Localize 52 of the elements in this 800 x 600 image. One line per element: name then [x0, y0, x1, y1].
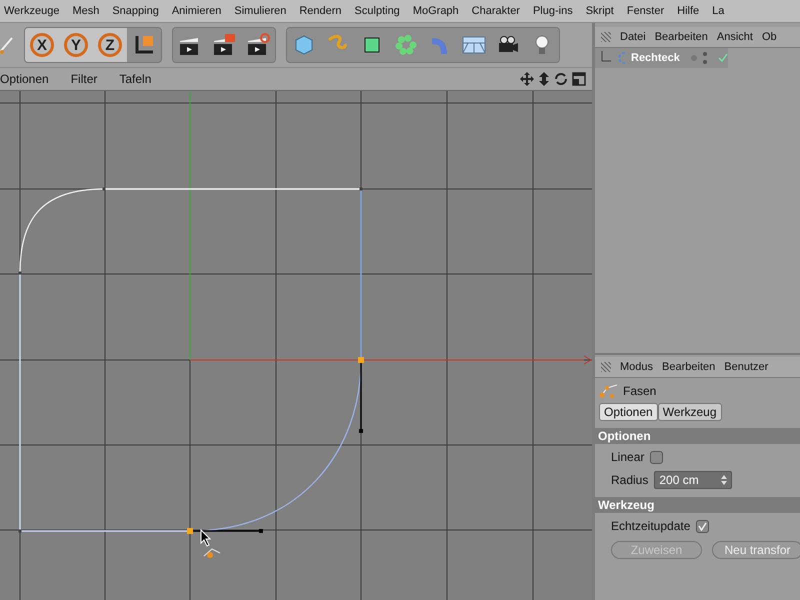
menu-item[interactable]: Snapping	[112, 5, 159, 17]
menu-item[interactable]: Filter	[70, 72, 98, 86]
number-field[interactable]: 200 cm	[654, 471, 732, 489]
menu-item[interactable]: Tafeln	[119, 72, 152, 86]
move-icon[interactable]	[520, 72, 534, 86]
menu-item[interactable]: Rendern	[299, 5, 342, 17]
menu-item[interactable]: La	[712, 5, 724, 17]
menu-item[interactable]: Bearbeiten	[654, 31, 708, 43]
grip-icon	[601, 32, 611, 42]
stepper-arrows-icon[interactable]	[721, 475, 728, 485]
bevel-tool-icon	[599, 383, 619, 399]
menu-item[interactable]: Charakter	[472, 5, 520, 17]
menu-item[interactable]: Skript	[586, 5, 614, 17]
grip-icon	[601, 362, 611, 372]
menu-item[interactable]: Benutzer	[724, 361, 768, 373]
menu-item[interactable]: Ob	[762, 31, 777, 43]
menu-item[interactable]: Simulieren	[234, 5, 286, 17]
field-label: Linear	[611, 450, 644, 464]
axis-toggle[interactable]: Y	[59, 28, 93, 62]
section-header: Optionen	[595, 428, 800, 444]
menu-item[interactable]: Fenster	[626, 5, 664, 17]
tab[interactable]: Optionen	[599, 403, 658, 421]
menu-item[interactable]: MoGraph	[412, 5, 459, 17]
tool-name: Fasen	[623, 384, 656, 398]
axis-toggle[interactable]: X	[25, 28, 59, 62]
object-name: Rechteck	[631, 52, 681, 64]
axis-toggle[interactable]: Z	[93, 28, 127, 62]
menu-item[interactable]: Datei	[620, 31, 646, 43]
menu-item[interactable]: Bearbeiten	[662, 361, 716, 373]
menu-item[interactable]: Plug-ins	[532, 5, 573, 17]
menu-item[interactable]: Hilfe	[677, 5, 700, 17]
vertical-arrows-icon[interactable]	[538, 72, 550, 86]
checkbox[interactable]	[696, 520, 710, 532]
menu-item[interactable]: Mesh	[72, 5, 100, 17]
render-settings-icon[interactable]	[245, 32, 271, 58]
mouse-cursor-icon	[200, 528, 212, 547]
menu-item[interactable]: Ansicht	[716, 31, 753, 43]
render-region-icon[interactable]	[211, 32, 237, 58]
menu-item[interactable]: Animieren	[172, 5, 222, 17]
maximize-icon[interactable]	[572, 72, 586, 86]
checkbox[interactable]	[650, 450, 664, 464]
spline-object-icon	[615, 51, 627, 65]
menu-item[interactable]: Werkzeuge	[4, 5, 60, 17]
menu-item[interactable]: Modus	[620, 361, 654, 373]
tab[interactable]: Werkzeug	[658, 403, 722, 421]
menu-item[interactable]: Sculpting	[354, 5, 400, 17]
menu-item[interactable]: Optionen	[0, 72, 49, 86]
field-label: Echtzeitupdate	[611, 519, 690, 533]
rotate-icon[interactable]	[554, 72, 568, 86]
field-label: Radius	[611, 473, 648, 487]
section-header: Werkzeug	[595, 497, 800, 513]
bevel-tool-cursor-icon	[204, 548, 220, 558]
